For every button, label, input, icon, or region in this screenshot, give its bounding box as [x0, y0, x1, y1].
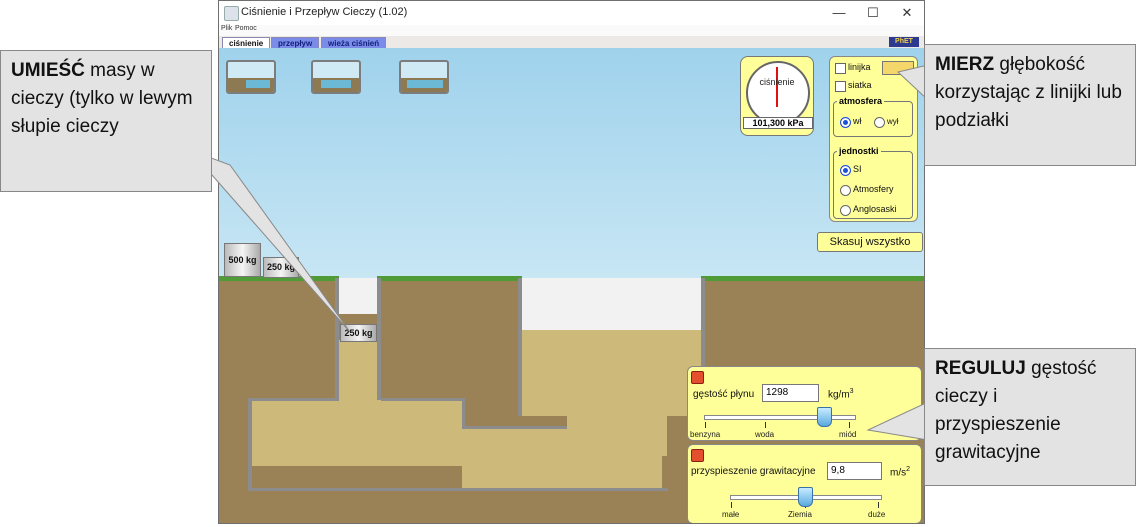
callout-measure-depth: MIERZ głębokość korzystając z linijki lu…	[924, 44, 1136, 166]
callout-measure-bold: MIERZ	[935, 54, 995, 75]
pointer-place	[189, 149, 351, 333]
callout-place-masses: UMIEŚĆ masy w cieczy (tylko w lewym słup…	[0, 50, 212, 192]
pointer-adjust	[866, 401, 929, 441]
callout-adjust-bold: REGULUJ	[935, 358, 1026, 379]
callout-adjust-settings: REGULUJ gęstość cieczy i przyspieszenie …	[924, 348, 1136, 486]
callout-place-bold: UMIEŚĆ	[11, 60, 85, 81]
